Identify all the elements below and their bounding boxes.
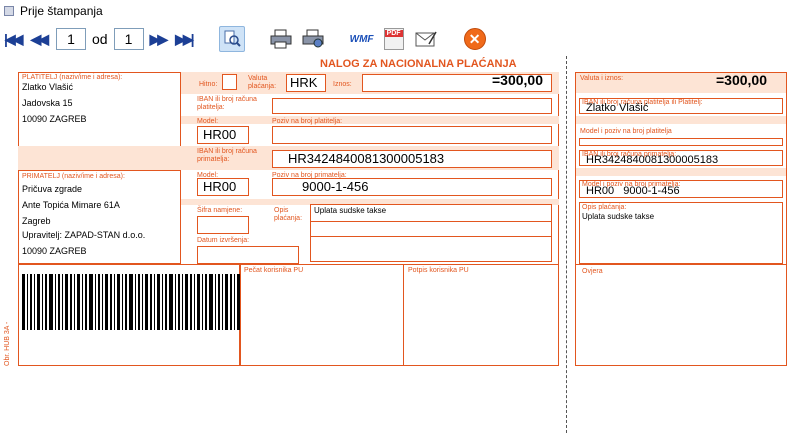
receipt-model-recipient: HR00 9000-1-456 bbox=[586, 185, 680, 197]
sifra-field bbox=[197, 216, 249, 234]
form-code-label: Obr. HUB 3A - bbox=[4, 321, 11, 366]
iban-recipient-label: IBAN ili broj računa primatelja: bbox=[197, 148, 257, 163]
recipient-line4: Upravitelj: ZAPAD-STAN d.o.o. bbox=[22, 230, 146, 240]
valuta-label: Valuta plaćanja: bbox=[248, 75, 277, 90]
hitno-label: Hitno: bbox=[199, 81, 218, 88]
receipt-model-payer-field bbox=[579, 138, 783, 146]
pdf-export-icon[interactable]: PDF bbox=[381, 26, 407, 52]
opis-value: Uplata sudske takse bbox=[314, 206, 387, 215]
recipient-line2: Ante Topića Mimare 61A bbox=[22, 200, 120, 210]
poziv-payer-field bbox=[272, 126, 552, 144]
wmf-export-icon[interactable]: WMF bbox=[349, 26, 375, 52]
recipient-label: PRIMATELJ (naziv/ime i adresa): bbox=[22, 173, 125, 180]
recipient-line5: 10090 ZAGREB bbox=[22, 246, 87, 256]
receipt-opis: Uplata sudske takse bbox=[582, 212, 655, 221]
recipient-line1: Pričuva zgrade bbox=[22, 184, 83, 194]
barcode-image bbox=[22, 274, 240, 335]
receipt-iban-recipient: HR3424840081300005183 bbox=[586, 154, 719, 166]
pecat-box bbox=[240, 264, 404, 366]
print-icon[interactable] bbox=[268, 26, 294, 52]
last-page-icon[interactable]: ▶▶| bbox=[175, 27, 195, 51]
current-page-input[interactable]: 1 bbox=[56, 28, 86, 50]
pdf-label: PDF bbox=[384, 30, 403, 37]
iban-payer-field bbox=[272, 98, 552, 114]
close-icon[interactable]: ✕ bbox=[462, 26, 488, 52]
prev-page-icon[interactable]: ◀◀ bbox=[30, 27, 48, 51]
model-payer-label: Model: bbox=[197, 118, 219, 125]
amount-value: =300,00 bbox=[492, 72, 543, 88]
iznos-label: Iznos: bbox=[333, 81, 352, 88]
model-payer-value: HR00 bbox=[203, 127, 237, 142]
zoom-icon[interactable] bbox=[218, 26, 245, 52]
payer-street: Jadovska 15 bbox=[22, 98, 73, 108]
preview-toolbar: |◀◀ ◀◀ 1 od 1 ▶▶ ▶▶| WMF PDF ✕ bbox=[0, 22, 798, 56]
window-title: Prije štampanja bbox=[20, 4, 103, 18]
cut-line bbox=[566, 56, 567, 433]
receipt-amount: =300,00 bbox=[716, 72, 767, 88]
receipt-model-payer-label: Model i poziv na broj platitelja bbox=[580, 128, 672, 135]
sifra-label: Šifra namjene: bbox=[197, 207, 243, 214]
first-page-icon[interactable]: |◀◀ bbox=[4, 27, 24, 51]
app-icon bbox=[4, 6, 14, 16]
potpis-label: Potpis korisnika PU bbox=[408, 267, 469, 274]
hitno-checkbox bbox=[222, 74, 237, 90]
of-label: od bbox=[92, 31, 108, 47]
next-page-icon[interactable]: ▶▶ bbox=[150, 27, 168, 51]
payer-label: PLATITELJ (naziv/ime i adresa): bbox=[22, 74, 123, 81]
receipt-payer-name: Zlatko Vlašić bbox=[586, 102, 649, 114]
receipt-ovjera-label: Ovjera bbox=[582, 268, 603, 275]
poziv-recipient-value: 9000-1-456 bbox=[302, 179, 369, 194]
email-icon[interactable] bbox=[413, 26, 439, 52]
pecat-label: Pečat korisnika PU bbox=[244, 267, 304, 274]
receipt-valuta-label: Valuta i iznos: bbox=[580, 75, 624, 82]
datum-field bbox=[197, 246, 299, 264]
print-setup-icon[interactable] bbox=[300, 26, 326, 52]
window-titlebar: Prije štampanja bbox=[0, 0, 798, 22]
payer-name: Zlatko Vlašić bbox=[22, 82, 74, 92]
recipient-line3: Zagreb bbox=[22, 216, 51, 226]
currency-value: HRK bbox=[290, 75, 318, 90]
datum-label: Datum izvršenja: bbox=[197, 237, 250, 244]
form-title: NALOG ZA NACIONALNA PLAĆANJA bbox=[320, 58, 517, 70]
payer-city: 10090 ZAGREB bbox=[22, 114, 87, 124]
payment-order-preview: NALOG ZA NACIONALNA PLAĆANJA PLATITELJ (… bbox=[0, 56, 798, 433]
poziv-payer-label: Poziv na broj platitelja: bbox=[272, 118, 343, 125]
total-pages-box: 1 bbox=[113, 28, 144, 50]
iban-payer-label: IBAN ili broj računa platitelja: bbox=[197, 96, 257, 111]
model-recipient-value: HR00 bbox=[203, 179, 237, 194]
opis-label: Opis plaćanja: bbox=[274, 207, 303, 222]
iban-recipient-value: HR3424840081300005183 bbox=[288, 151, 445, 166]
